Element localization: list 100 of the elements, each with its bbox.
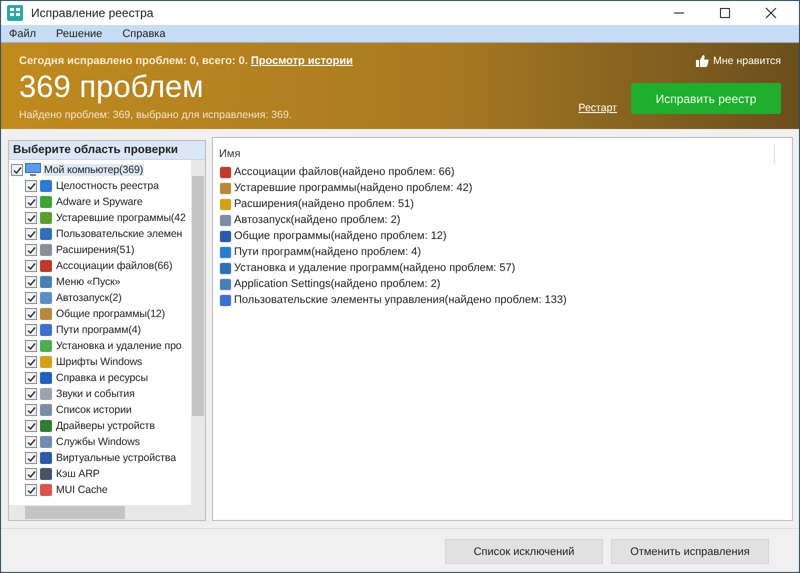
result-item[interactable]: Пути программ(найдено проблем: 4) xyxy=(234,246,421,258)
result-item[interactable]: Устаревшие программы(найдено проблем: 42) xyxy=(234,182,472,194)
result-item[interactable]: Application Settings(найдено проблем: 2) xyxy=(234,278,440,290)
tree-item[interactable]: Виртуальные устройства xyxy=(55,452,177,464)
category-icon xyxy=(39,419,53,433)
action-button[interactable]: Список исключений xyxy=(445,539,603,564)
result-item[interactable]: Пользовательские элементы управления(найдено проблем: 133) xyxy=(234,294,567,306)
category-icon xyxy=(219,230,232,242)
category-icon xyxy=(219,166,232,178)
checkbox[interactable] xyxy=(25,196,37,208)
grid-icon xyxy=(7,5,23,21)
result-item[interactable]: Общие программы(найдено проблем: 12) xyxy=(234,230,447,242)
tree-item[interactable]: Кэш ARP xyxy=(55,468,101,480)
restart-link[interactable]: Рестарт xyxy=(578,102,617,114)
category-icon xyxy=(39,211,53,225)
tree-item[interactable]: Справка и ресурсы xyxy=(55,372,149,384)
checkbox[interactable] xyxy=(11,164,23,176)
tree-item[interactable]: Список истории xyxy=(55,404,133,416)
tree-item[interactable]: MUI Cache xyxy=(55,484,109,496)
tree-item[interactable]: Звуки и события xyxy=(55,388,136,400)
tree-item[interactable]: Шрифты Windows xyxy=(55,356,144,368)
result-item[interactable]: Расширения(найдено проблем: 51) xyxy=(234,198,414,210)
category-icon xyxy=(39,275,53,289)
action-button[interactable]: Отменить исправления xyxy=(611,539,769,564)
tree-item[interactable]: Драйверы устройств xyxy=(55,420,156,432)
problem-count: 369 проблем xyxy=(19,69,205,105)
category-icon xyxy=(39,355,53,369)
checkbox[interactable] xyxy=(25,404,37,416)
category-icon xyxy=(39,403,53,417)
category-icon xyxy=(39,435,53,449)
checkbox[interactable] xyxy=(25,308,37,320)
result-item[interactable]: Автозапуск(найдено проблем: 2) xyxy=(234,214,400,226)
checkbox[interactable] xyxy=(25,292,37,304)
tree-item[interactable]: Автозапуск(2) xyxy=(55,292,123,304)
category-icon xyxy=(39,483,53,497)
computer-icon xyxy=(25,163,41,177)
menu-item[interactable]: Справка xyxy=(122,28,166,40)
checkbox[interactable] xyxy=(25,324,37,336)
checkbox[interactable] xyxy=(25,180,37,192)
tree-item[interactable]: Целостность реестра xyxy=(55,180,160,192)
tree-item[interactable]: Adware и Spyware xyxy=(55,196,144,208)
vertical-scrollbar[interactable] xyxy=(191,160,205,505)
history-link[interactable]: Просмотр истории xyxy=(250,55,353,67)
checkbox[interactable] xyxy=(25,212,37,224)
checkbox[interactable] xyxy=(25,276,37,288)
checkbox[interactable] xyxy=(25,340,37,352)
category-icon xyxy=(39,227,53,241)
category-icon xyxy=(219,182,232,194)
today-text: Сегодня исправлено проблем: 0, всего: 0. xyxy=(19,55,248,67)
menu-item[interactable]: Файл xyxy=(9,28,36,40)
summary-text: Найдено проблем: 369, выбрано для исправления: 369. xyxy=(19,109,293,121)
category-icon xyxy=(219,198,232,210)
tree-item[interactable]: Меню «Пуск» xyxy=(55,276,122,288)
panel-title: Выберите область проверки xyxy=(9,141,205,160)
checkbox[interactable] xyxy=(25,228,37,240)
category-icon xyxy=(39,243,53,257)
category-icon xyxy=(39,307,53,321)
category-icon xyxy=(39,291,53,305)
menu-item[interactable]: Решение xyxy=(56,28,102,40)
category-icon xyxy=(39,179,53,193)
category-icon xyxy=(219,278,232,290)
category-icon xyxy=(39,451,53,465)
checkbox[interactable] xyxy=(25,356,37,368)
tree-item[interactable]: Ассоциации файлов(66) xyxy=(55,260,174,272)
horizontal-scrollbar[interactable] xyxy=(9,505,205,520)
checkbox[interactable] xyxy=(25,372,37,384)
category-icon xyxy=(39,195,53,209)
category-icon xyxy=(219,246,232,258)
result-item[interactable]: Ассоциации файлов(найдено проблем: 66) xyxy=(234,166,454,178)
maximize-icon[interactable] xyxy=(719,7,731,19)
category-icon xyxy=(39,371,53,385)
checkbox[interactable] xyxy=(25,388,37,400)
checkbox[interactable] xyxy=(25,436,37,448)
window-title: Исправление реестра xyxy=(31,6,154,20)
checkbox[interactable] xyxy=(25,468,37,480)
thumbs-up-icon[interactable] xyxy=(696,55,710,67)
category-icon xyxy=(39,259,53,273)
close-icon[interactable] xyxy=(765,7,777,19)
tree-item[interactable]: Установка и удаление про xyxy=(55,340,183,352)
tree-item[interactable]: Устаревшие программы(42 xyxy=(55,212,187,224)
category-icon xyxy=(219,262,232,274)
tree-item[interactable]: Расширения(51) xyxy=(55,244,136,256)
category-icon xyxy=(39,339,53,353)
checkbox[interactable] xyxy=(25,244,37,256)
tree-item[interactable]: Службы Windows xyxy=(55,436,141,448)
checkbox[interactable] xyxy=(25,260,37,272)
category-icon xyxy=(219,214,232,226)
tree-item[interactable]: Общие программы(12) xyxy=(55,308,166,320)
category-icon xyxy=(39,323,53,337)
column-header[interactable]: Имя xyxy=(219,144,775,164)
tree-item[interactable]: Пользовательские элемен xyxy=(55,228,184,240)
checkbox[interactable] xyxy=(25,452,37,464)
checkbox[interactable] xyxy=(25,484,37,496)
category-icon xyxy=(39,467,53,481)
like-link[interactable]: Мне нравится xyxy=(713,55,781,67)
category-icon xyxy=(219,294,232,306)
tree-item[interactable]: Мой компьютер(369) xyxy=(43,164,144,176)
tree-item[interactable]: Пути программ(4) xyxy=(55,324,142,336)
result-item[interactable]: Установка и удаление программ(найдено проблем: 57) xyxy=(234,262,516,274)
checkbox[interactable] xyxy=(25,420,37,432)
